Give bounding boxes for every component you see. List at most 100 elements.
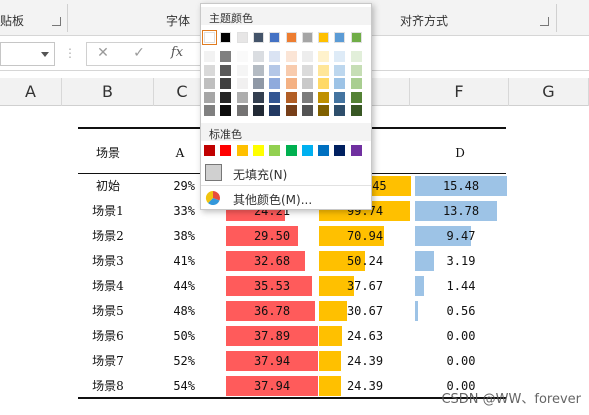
theme-shade-swatch[interactable] [252,51,264,62]
theme-shade-swatch[interactable] [220,105,232,116]
value-a: 37.94 [253,354,291,368]
theme-shade-swatch[interactable] [236,91,248,103]
cancel-icon[interactable]: ✕ [93,45,113,61]
standard-color-swatch[interactable] [318,145,330,156]
theme-shade-swatch[interactable] [350,64,362,76]
theme-color-swatch[interactable] [334,32,346,43]
theme-shade-swatch[interactable] [350,91,362,103]
no-fill-icon [205,164,222,181]
alignment-launcher-icon[interactable] [540,17,549,26]
alignment-group-label: 对齐方式 [400,14,449,28]
theme-shade-swatch[interactable] [204,78,215,89]
clipboard-launcher-icon[interactable] [52,17,61,26]
theme-shade-swatch[interactable] [285,51,297,62]
theme-shade-swatch[interactable] [334,91,346,103]
theme-shade-swatch[interactable] [269,78,281,89]
theme-shade-swatch[interactable] [350,105,362,116]
theme-shade-swatch[interactable] [252,64,264,76]
theme-shade-swatch[interactable] [204,105,215,116]
theme-shade-swatch[interactable] [301,91,313,103]
theme-shade-swatch[interactable] [204,91,215,103]
theme-shade-swatch[interactable] [236,51,248,62]
theme-shade-swatch[interactable] [236,78,248,89]
standard-color-swatch[interactable] [220,145,232,156]
row-label: 场景8 [92,379,124,393]
column-header-b[interactable]: B [62,78,154,106]
theme-color-swatch[interactable] [220,32,232,43]
row-label: 场景6 [92,329,124,343]
theme-shade-swatch[interactable] [220,91,232,103]
theme-shade-swatch[interactable] [220,78,232,89]
column-header-f[interactable]: F [410,78,509,106]
theme-shade-swatch[interactable] [350,51,362,62]
theme-color-swatch[interactable] [301,32,313,43]
value-c: 1.44 [446,279,476,293]
row-percentage: 41% [173,254,195,268]
theme-shade-swatch[interactable] [318,78,330,89]
theme-shade-swatch[interactable] [301,78,313,89]
value-a: 29.50 [253,229,291,243]
theme-color-swatch[interactable] [269,32,281,43]
value-c: 0.00 [446,329,476,343]
theme-shade-swatch[interactable] [269,64,281,76]
column-header-a[interactable]: A [0,78,62,106]
theme-shade-swatch[interactable] [285,64,297,76]
name-box[interactable] [0,42,55,66]
header-scene: 场景 [95,146,120,160]
value-a: 36.78 [253,304,291,318]
value-c: 3.19 [446,254,476,268]
theme-shade-swatch[interactable] [236,64,248,76]
row-label: 场景7 [92,354,124,368]
theme-color-swatch[interactable] [350,32,362,43]
theme-color-swatch[interactable] [318,32,330,43]
theme-color-swatch[interactable] [285,32,297,43]
theme-color-swatch[interactable] [236,32,248,43]
value-b: 24.63 [346,329,384,343]
standard-color-swatch[interactable] [252,145,264,156]
row-percentage: 50% [173,329,195,343]
theme-shade-swatch[interactable] [269,91,281,103]
theme-shade-swatch[interactable] [285,78,297,89]
standard-color-swatch[interactable] [204,145,215,156]
standard-color-swatch[interactable] [236,145,248,156]
theme-shade-swatch[interactable] [285,105,297,116]
theme-color-swatch[interactable] [252,32,264,43]
more-colors-option[interactable]: 其他颜色(M)... [201,186,371,210]
theme-shade-swatch[interactable] [301,51,313,62]
confirm-icon[interactable]: ✓ [129,45,149,61]
theme-shade-swatch[interactable] [334,64,346,76]
theme-shade-swatch[interactable] [318,105,330,116]
theme-shade-swatch[interactable] [204,64,215,76]
row-percentage: 38% [173,229,195,243]
theme-shade-swatch[interactable] [269,51,281,62]
standard-color-swatch[interactable] [350,145,362,156]
chevron-down-icon[interactable] [41,52,49,57]
insert-function-icon[interactable]: fx [167,45,187,60]
no-fill-option[interactable]: 无填充(N) [201,161,371,185]
theme-shade-swatch[interactable] [334,78,346,89]
standard-color-swatch[interactable] [285,145,297,156]
theme-shade-swatch[interactable] [269,105,281,116]
theme-shade-swatch[interactable] [220,64,232,76]
theme-color-swatch[interactable] [202,30,217,45]
theme-shade-swatch[interactable] [334,51,346,62]
theme-shade-swatch[interactable] [318,91,330,103]
theme-shade-swatch[interactable] [220,51,232,62]
theme-shade-swatch[interactable] [285,91,297,103]
theme-shade-swatch[interactable] [318,51,330,62]
standard-color-swatch[interactable] [334,145,346,156]
theme-shade-swatch[interactable] [301,105,313,116]
theme-shade-swatch[interactable] [252,105,264,116]
theme-shade-swatch[interactable] [301,64,313,76]
column-header-g[interactable]: G [509,78,589,106]
theme-shade-swatch[interactable] [252,91,264,103]
theme-shade-swatch[interactable] [334,105,346,116]
theme-shade-swatch[interactable] [318,64,330,76]
standard-color-swatch[interactable] [301,145,313,156]
theme-shade-swatch[interactable] [204,51,215,62]
theme-shade-swatch[interactable] [252,78,264,89]
palette-icon [205,190,220,206]
theme-shade-swatch[interactable] [236,105,248,116]
standard-color-swatch[interactable] [269,145,281,156]
theme-shade-swatch[interactable] [350,78,362,89]
